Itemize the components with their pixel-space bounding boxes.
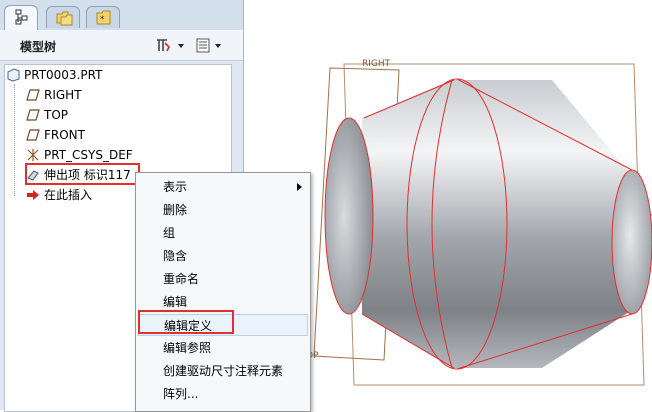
tree-item-label: RIGHT [44,88,82,102]
menu-item-label: 删除 [163,203,188,217]
menu-selection-highlight [138,310,234,334]
datum-plane-icon [26,109,40,121]
favorites-icon: * [96,10,111,25]
datum-label-right: RIGHT [362,59,391,69]
datum-plane-icon [26,129,40,141]
menu-item-label: 阵列... [163,387,199,401]
folder-icon [56,11,73,26]
tree-item-label: 在此插入 [44,188,93,202]
tree-settings-button[interactable] [155,37,187,55]
insert-arrow-icon [27,190,39,200]
menu-item-pattern[interactable]: 阵列... [136,383,310,405]
panel-tabbar: * [0,0,243,30]
tree-item-label: FRONT [44,128,85,142]
list-view-icon [196,38,221,53]
menu-item-rename[interactable]: 重命名 [136,268,310,290]
menu-item-create-driven-dim[interactable]: 创建驱动尺寸注释元素 [136,360,310,382]
menu-item-label: 重命名 [163,272,200,286]
menu-item-label: 创建驱动尺寸注释元素 [163,364,284,378]
tree-selection-highlight [25,163,140,185]
tree-item-label: PRT_CSYS_DEF [44,148,133,162]
svg-text:*: * [100,15,105,25]
menu-item-group[interactable]: 组 [136,222,310,244]
menu-item-label: 隐含 [163,249,188,263]
menu-item-display[interactable]: 表示 [136,176,310,198]
tab-model-tree[interactable] [4,5,38,30]
datum-plane-icon [26,89,40,101]
tree-item-label: PRT0003.PRT [24,68,103,82]
cone-solid [324,78,652,370]
menu-item-suppress[interactable]: 隐含 [136,245,310,267]
tab-folder-browser[interactable] [46,6,80,28]
submenu-arrow-icon [297,183,302,191]
model-tree-icon [15,9,28,25]
menu-item-delete[interactable]: 删除 [136,199,310,221]
tree-header: 模型树 [0,30,243,61]
tree-show-button[interactable] [195,37,227,55]
tree-connector [14,84,15,196]
context-menu: 表示 删除 组 隐含 重命名 编辑 编辑定义 编辑参照 创建驱动尺寸注释元素 阵… [135,172,311,412]
tree-item-label: TOP [44,108,69,122]
tab-favorites[interactable]: * [86,6,120,28]
menu-item-label: 表示 [163,180,188,194]
menu-item-label: 编辑参照 [163,341,212,355]
menu-item-edit-references[interactable]: 编辑参照 [136,337,310,359]
coordinate-system-icon [27,149,39,161]
part-icon [7,68,20,82]
settings-tools-icon [157,39,184,52]
menu-item-label: 组 [163,226,176,240]
tree-title: 模型树 [20,40,57,54]
